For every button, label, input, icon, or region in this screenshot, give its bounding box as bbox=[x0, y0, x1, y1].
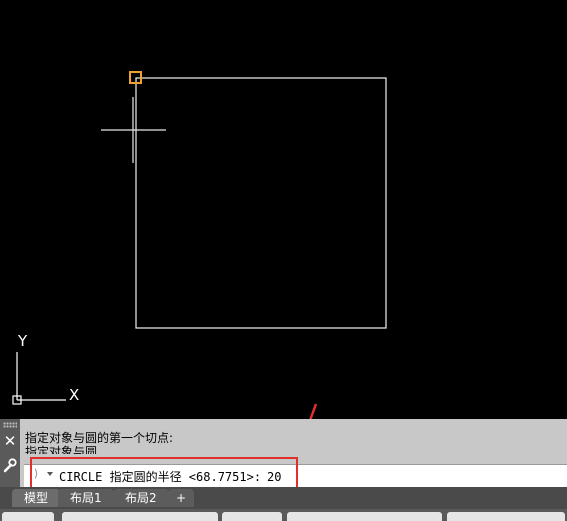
history-line: 指定对象与圆的第一个切点: bbox=[25, 431, 174, 445]
tab-layout1[interactable]: 布局1 bbox=[58, 489, 114, 507]
layout-tab-bar: 模型 布局1 布局2 + bbox=[0, 487, 567, 509]
history-line: 指定对象与圆 bbox=[25, 445, 98, 454]
tab-model[interactable]: 模型 bbox=[12, 489, 61, 507]
ucs-icon bbox=[12, 352, 66, 405]
drawing-canvas[interactable]: Y X bbox=[0, 0, 567, 419]
panel-grip[interactable]: ✕ bbox=[0, 419, 20, 487]
drawn-square[interactable] bbox=[135, 77, 387, 329]
command-history: 指定对象与圆的第一个切点: 指定对象与圆 bbox=[25, 431, 173, 454]
close-icon[interactable]: ✕ bbox=[3, 433, 17, 449]
tab-add[interactable]: + bbox=[168, 489, 195, 507]
y-axis-label: Y bbox=[17, 332, 28, 350]
annotation-arrow bbox=[309, 403, 318, 419]
tab-layout2[interactable]: 布局2 bbox=[113, 489, 169, 507]
wrench-icon[interactable] bbox=[3, 457, 17, 473]
x-axis-label: X bbox=[69, 386, 79, 404]
status-bar bbox=[0, 509, 567, 521]
crosshair-cursor bbox=[101, 97, 166, 163]
